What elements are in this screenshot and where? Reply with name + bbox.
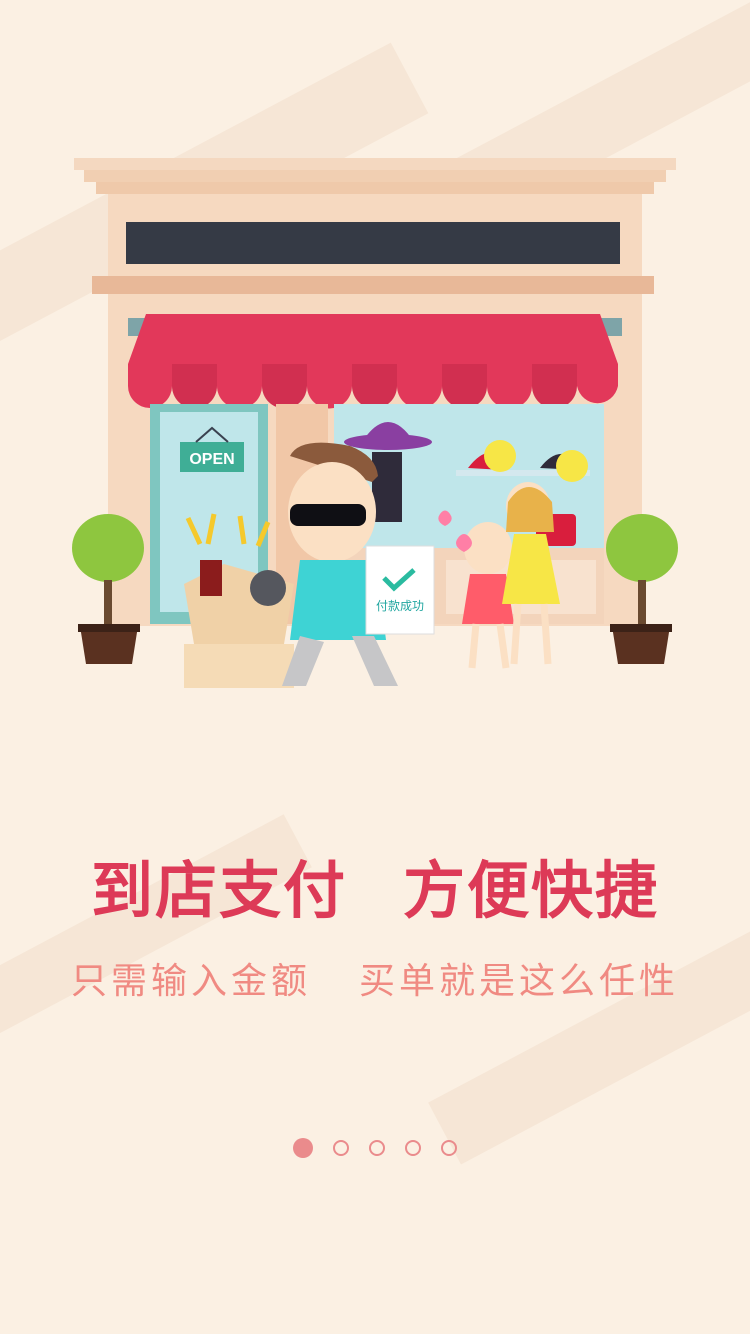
headline-part2: 方便快捷 (403, 854, 660, 927)
subheadline-part1: 只需输入金额 (70, 961, 311, 1002)
open-sign-text: OPEN (189, 451, 234, 468)
background-stripe (428, 905, 750, 1165)
page-dot-3[interactable] (369, 1140, 385, 1156)
headline-part1: 到店支付 (90, 854, 347, 927)
subheadline: 只需输入金额 买单就是这么任性 (0, 952, 750, 1004)
headline: 到店支付 方便快捷 (0, 840, 750, 930)
awning (128, 314, 618, 364)
shop-sign-board (126, 222, 620, 264)
payment-receipt: 付款成功 (365, 545, 435, 635)
page-dot-2[interactable] (333, 1140, 349, 1156)
awning-scallops (128, 364, 618, 409)
subheadline-part2: 买单就是这么任性 (359, 961, 680, 1002)
sunglasses-icon (290, 504, 366, 526)
page-indicator (0, 1138, 750, 1158)
receipt-text: 付款成功 (376, 599, 424, 613)
storefront-illustration: OPEN 付款成功 (72, 158, 678, 688)
page-dot-1[interactable] (293, 1138, 313, 1158)
page-dot-4[interactable] (405, 1140, 421, 1156)
page-dot-5[interactable] (441, 1140, 457, 1156)
